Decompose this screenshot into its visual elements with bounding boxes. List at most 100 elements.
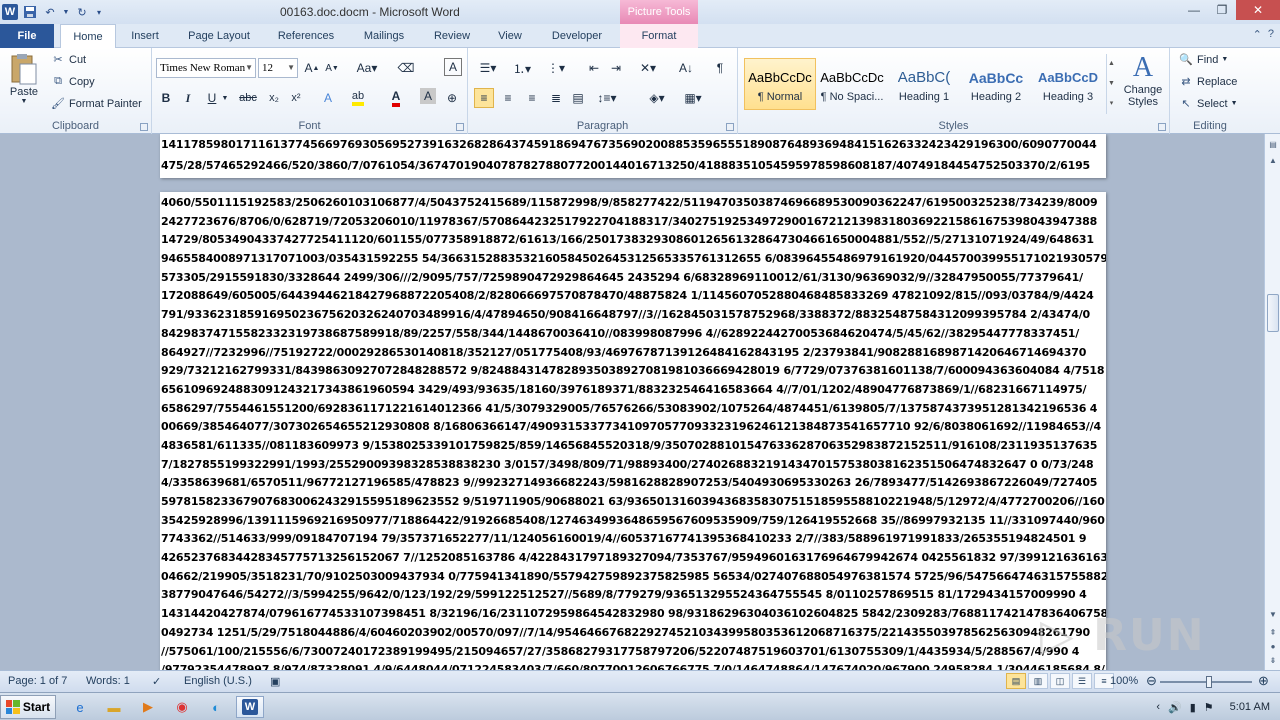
increase-indent-icon[interactable]: ⇥	[606, 58, 626, 78]
select-button[interactable]: ↖ Select ▼	[1178, 97, 1237, 111]
style-heading-1[interactable]: AaBbC( Heading 1	[888, 58, 960, 110]
document-text-line[interactable]: 00669/385464077/307302654655212930808 8/…	[160, 418, 1106, 437]
multilevel-list-icon[interactable]: ⋮▾	[544, 58, 568, 78]
format-painter-button[interactable]: 🖌 Format Painter	[50, 97, 142, 111]
replace-button[interactable]: ⇄ Replace	[1178, 75, 1237, 89]
zoom-level[interactable]: 100%	[1110, 675, 1138, 687]
character-border-icon[interactable]: A	[444, 58, 462, 76]
font-name-dropdown-icon[interactable]: ▼	[245, 59, 253, 77]
cut-button[interactable]: ✂ Cut	[50, 53, 86, 67]
zoom-slider-knob[interactable]	[1206, 676, 1212, 688]
page-2-text[interactable]: 4060/5501115192583/2506260103106877/4/50…	[160, 192, 1106, 670]
style-normal[interactable]: AaBbCcDc ¶ Normal	[744, 58, 816, 110]
document-text-line[interactable]: 6586297/7554461551200/692836117122161401…	[160, 400, 1106, 419]
zoom-out-icon[interactable]: ⊖	[1146, 673, 1157, 689]
word-app-icon[interactable]: W	[2, 4, 18, 20]
underline-icon[interactable]: U	[202, 88, 222, 108]
word-taskbar-button[interactable]: W	[236, 696, 264, 718]
text-effects-icon[interactable]: A	[318, 88, 338, 108]
paste-dropdown-icon[interactable]: ▼	[21, 98, 28, 105]
copy-button[interactable]: ⧉ Copy	[50, 75, 95, 88]
page-1-text[interactable]: 1411785980171161377456697693056952739163…	[160, 136, 1106, 175]
tab-references[interactable]: References	[270, 24, 342, 48]
tab-review[interactable]: Review	[426, 24, 478, 48]
scroll-up-icon[interactable]: ▲	[1265, 154, 1280, 168]
browse-object-icon[interactable]: ●	[1265, 640, 1280, 654]
enclose-characters-icon[interactable]: ⊕	[442, 88, 462, 108]
language-indicator[interactable]: English (U.S.)	[184, 675, 252, 687]
document-text-line[interactable]: 573305/2915591830/3328644 2499/306///2/9…	[160, 269, 1106, 288]
justify-icon[interactable]: ≣	[546, 88, 566, 108]
action-center-icon[interactable]: ⚑	[1204, 701, 1214, 714]
superscript-icon[interactable]: x²	[286, 88, 306, 108]
print-layout-icon[interactable]: ▤	[1006, 673, 1026, 689]
asian-layout-icon[interactable]: ✕▾	[636, 58, 660, 78]
clock[interactable]: 5:01 AM	[1230, 701, 1270, 713]
restore-icon[interactable]: ❐	[1208, 0, 1236, 20]
view-ruler-icon[interactable]: ▤	[1265, 138, 1280, 152]
document-text-line[interactable]: 38779047646/54272//3/5994255/9642/0/123/…	[160, 586, 1106, 605]
undo-dropdown-icon[interactable]: ▼	[62, 4, 70, 20]
document-text-line[interactable]: 864927//7232996//75192722/00029286530140…	[160, 344, 1106, 363]
decrease-indent-icon[interactable]: ⇤	[584, 58, 604, 78]
volume-icon[interactable]: 🔊	[1168, 701, 1182, 714]
document-text-line[interactable]: //575061/100/215556/6/730072401723891994…	[160, 643, 1106, 662]
document-text-line[interactable]: 14314420427874/079616774533107398451 8/3…	[160, 605, 1106, 624]
sort-icon[interactable]: A↓	[676, 58, 696, 78]
font-size-combobox[interactable]: 12 ▼	[258, 58, 298, 78]
font-name-combobox[interactable]: Times New Roman ▼	[156, 58, 256, 78]
numbering-icon[interactable]: ⒈▾	[510, 58, 534, 78]
bold-icon[interactable]: B	[156, 88, 176, 108]
change-styles-button[interactable]: A Change Styles	[1118, 52, 1168, 108]
page-1[interactable]: 1411785980171161377456697693056952739163…	[160, 134, 1106, 178]
zoom-in-icon[interactable]: ⊕	[1258, 673, 1269, 689]
document-text-line[interactable]: 791/933623185916950236756203262407034899…	[160, 306, 1106, 325]
undo-icon[interactable]: ↶	[42, 4, 58, 20]
file-explorer-icon[interactable]: ▬	[102, 696, 126, 718]
paste-button[interactable]: Paste ▼	[6, 52, 42, 105]
minimize-icon[interactable]: —	[1180, 0, 1208, 20]
tab-file[interactable]: File	[0, 24, 54, 48]
document-text-line[interactable]: 475/28/57465292466/520/3860/7/0761054/36…	[160, 157, 1106, 176]
character-shading-icon[interactable]: A	[420, 88, 436, 104]
underline-dropdown-icon[interactable]: ▼	[220, 88, 230, 108]
word-count[interactable]: Words: 1	[86, 675, 130, 687]
document-text-line[interactable]: 6561096924883091243217343861960594 3429/…	[160, 381, 1106, 400]
tab-insert[interactable]: Insert	[122, 24, 168, 48]
shrink-font-icon[interactable]: A ▼	[322, 58, 342, 78]
network-icon[interactable]: ▮	[1190, 701, 1196, 714]
align-center-icon[interactable]: ≡	[498, 88, 518, 108]
document-text-line[interactable]: 4/3358639681/6570511/96772127196585/4788…	[160, 474, 1106, 493]
align-left-icon[interactable]: ≡	[474, 88, 494, 108]
borders-icon[interactable]: ▦▾	[678, 88, 708, 108]
tab-page-layout[interactable]: Page Layout	[180, 24, 258, 48]
styles-launcher-icon[interactable]	[1158, 123, 1166, 131]
show-formatting-marks-icon[interactable]: ¶	[710, 58, 730, 78]
change-case-icon[interactable]: Aa▾	[352, 58, 382, 78]
media-player-icon[interactable]: ▶	[136, 696, 160, 718]
edge-icon[interactable]: ◐	[204, 696, 228, 718]
document-text-line[interactable]: 7743362//514633/999/09184707194 79/35737…	[160, 530, 1106, 549]
scroll-down-icon[interactable]: ▼	[1265, 608, 1280, 622]
scroll-thumb[interactable]	[1267, 294, 1279, 332]
tab-home[interactable]: Home	[60, 24, 116, 49]
close-icon[interactable]: ✕	[1236, 0, 1280, 20]
web-layout-icon[interactable]: ◫	[1050, 673, 1070, 689]
distributed-icon[interactable]: ▤	[568, 88, 588, 108]
outline-icon[interactable]: ☰	[1072, 673, 1092, 689]
show-hidden-icons-icon[interactable]: ‹	[1156, 701, 1160, 713]
tab-format[interactable]: Format	[620, 24, 698, 48]
document-text-line[interactable]: 9465584008971317071003/035431592255 54/3…	[160, 250, 1106, 269]
next-page-icon[interactable]: ⇟	[1265, 654, 1280, 668]
proofing-icon[interactable]: ✓	[152, 675, 161, 688]
document-text-line[interactable]: /97792354478997 8/974/87328091 4/9/64480…	[160, 661, 1106, 670]
customize-qat-icon[interactable]: ▾	[94, 4, 104, 20]
document-text-line[interactable]: 14729/80534904337427725411120/601155/077…	[160, 231, 1106, 250]
previous-page-icon[interactable]: ⇞	[1265, 626, 1280, 640]
document-text-line[interactable]: 4836581/611335//081183609973 9/153802533…	[160, 437, 1106, 456]
grow-font-icon[interactable]: A ▲	[302, 58, 322, 78]
line-spacing-icon[interactable]: ↕≡▾	[592, 88, 622, 108]
italic-icon[interactable]: I	[178, 88, 198, 108]
bullets-icon[interactable]: ☰▾	[476, 58, 500, 78]
document-text-line[interactable]: 929/73212162799331/843986309270728482885…	[160, 362, 1106, 381]
